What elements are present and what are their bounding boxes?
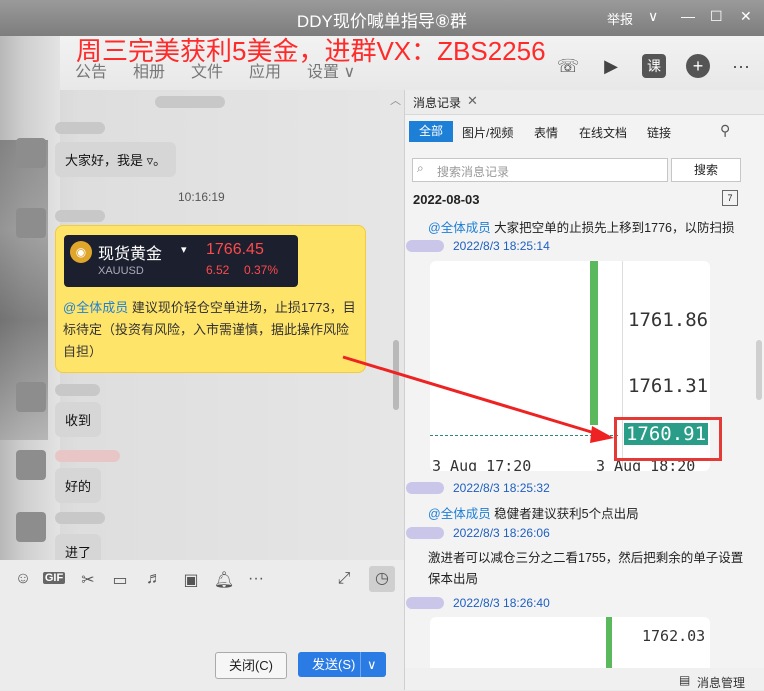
price-label: 1762.03	[642, 627, 706, 645]
history-timestamp: 2022/8/3 18:25:32	[453, 481, 550, 495]
manage-icon: ▤	[679, 673, 691, 687]
history-message: @全体成员 稳健者建议获利5个点出局	[428, 503, 639, 522]
sender-name	[406, 527, 444, 539]
history-timestamp: 2022/8/3 18:26:06	[453, 526, 550, 540]
sender-name	[406, 482, 444, 494]
mention-all[interactable]: @全体成员	[428, 507, 491, 521]
history-message-text: 激进者可以减仓三分之二看1755，然后把剩余的单子设置保本出局	[428, 551, 744, 586]
sender-name	[406, 597, 444, 609]
message-manager-button[interactable]: 消息管理	[697, 674, 745, 691]
history-message-text: 稳健者建议获利5个点出局	[490, 507, 639, 521]
promo-overlay-text: 周三完美获利5美金，进群VX：ZBS2256	[76, 36, 546, 66]
history-timestamp: 2022/8/3 18:26:40	[453, 596, 550, 610]
history-scrollbar[interactable]	[756, 340, 762, 400]
